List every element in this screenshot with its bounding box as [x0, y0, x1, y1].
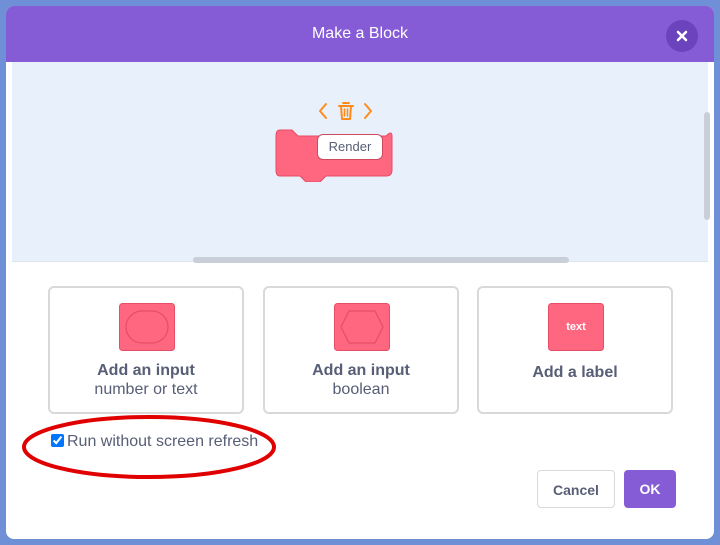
add-label-button[interactable]: text Add a label [477, 286, 673, 414]
chevron-left-icon [319, 103, 327, 119]
cancel-button[interactable]: Cancel [537, 470, 615, 508]
option-title: Add an input [312, 362, 410, 379]
move-left-button[interactable] [317, 100, 329, 127]
move-right-button[interactable] [362, 100, 374, 127]
close-icon [676, 30, 688, 42]
boolean-input-shape-icon [334, 303, 390, 351]
make-a-block-dialog: Make a Block Render Add an input number … [6, 6, 714, 539]
horizontal-scrollbar[interactable] [193, 257, 569, 263]
option-title: Add a label [532, 364, 618, 381]
block-name-field[interactable]: Render [317, 134, 383, 160]
option-subtitle: number or text [94, 381, 198, 398]
run-without-refresh-checkbox[interactable] [51, 434, 64, 447]
option-title: Add an input [97, 362, 195, 379]
delete-button[interactable] [336, 100, 356, 127]
vertical-scrollbar[interactable] [704, 112, 710, 220]
run-without-refresh-label: Run without screen refresh [67, 433, 259, 450]
label-shape-text: text [566, 321, 586, 333]
ok-button[interactable]: OK [624, 470, 676, 508]
block-edit-tools [317, 100, 375, 122]
rounded-input-shape-icon [119, 303, 175, 351]
close-button[interactable] [666, 20, 698, 52]
add-input-number-text-button[interactable]: Add an input number or text [48, 286, 244, 414]
block-preview-workspace: Render [12, 62, 710, 263]
option-subtitle: boolean [332, 381, 390, 398]
add-input-boolean-button[interactable]: Add an input boolean [263, 286, 459, 414]
dialog-title: Make a Block [311, 25, 409, 42]
trash-icon [338, 102, 354, 120]
chevron-right-icon [364, 103, 372, 119]
dialog-header: Make a Block [6, 6, 714, 62]
label-shape-icon: text [548, 303, 604, 351]
